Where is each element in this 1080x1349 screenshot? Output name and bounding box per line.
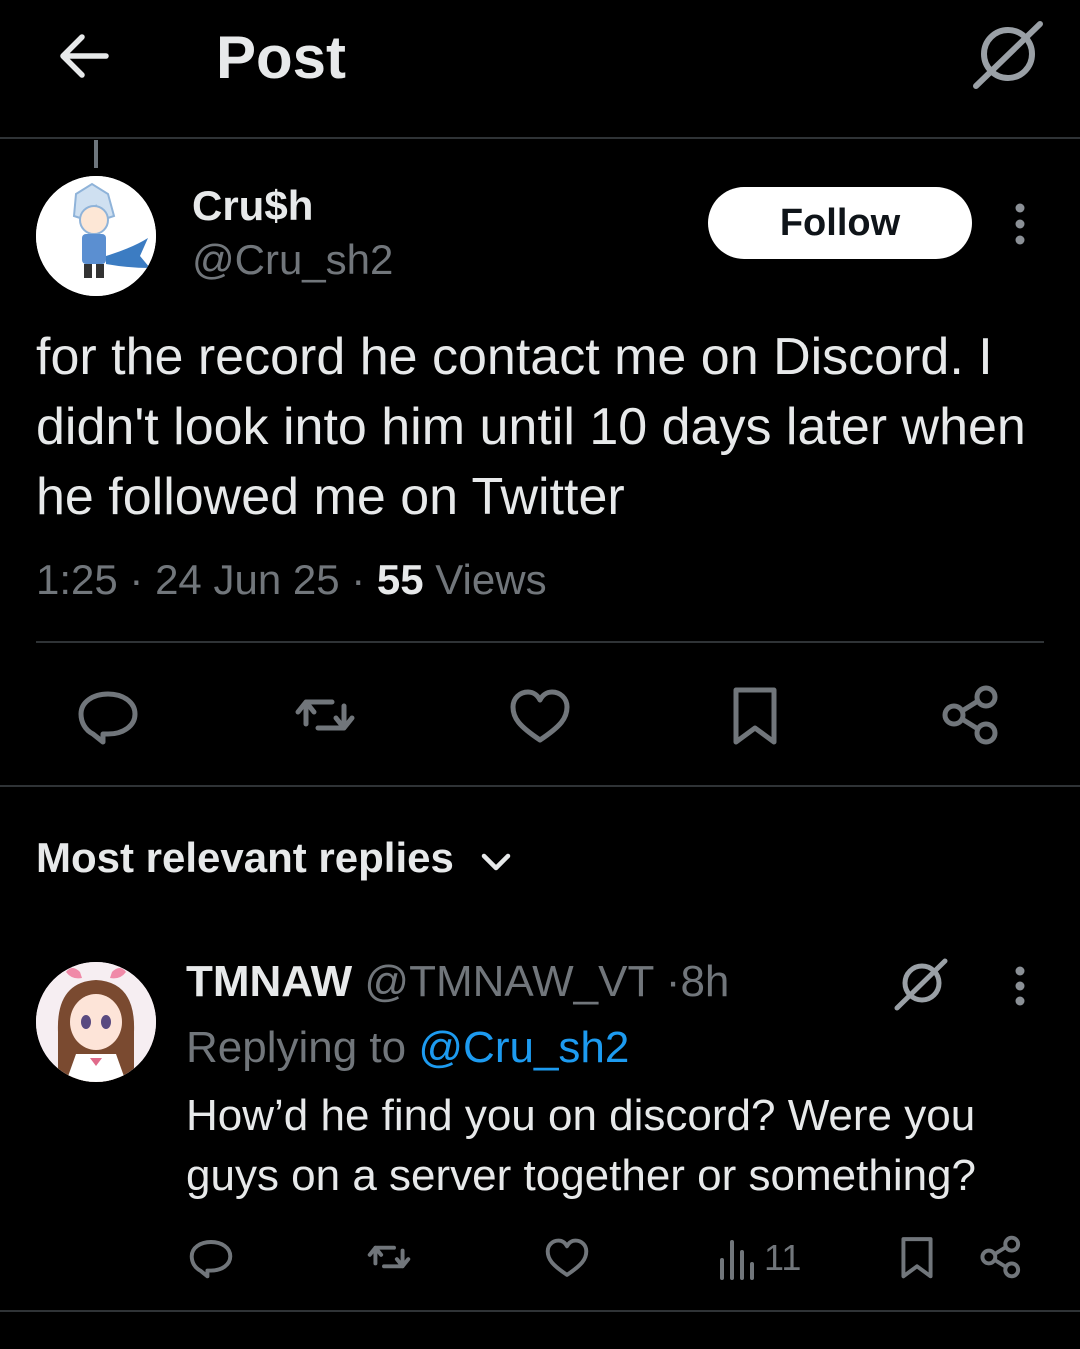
more-vertical-icon xyxy=(1015,966,1025,1006)
post-text: for the record he contact me on Discord.… xyxy=(36,328,1026,526)
reply-views-count[interactable]: 11 xyxy=(764,1236,801,1280)
replies-sort-label[interactable]: Most relevant replies xyxy=(36,834,454,882)
avatar[interactable] xyxy=(36,176,156,296)
meta-separator: · xyxy=(129,556,156,603)
like-icon xyxy=(545,1238,589,1277)
post-time: 1:25 xyxy=(36,556,118,603)
grok-reply-button[interactable] xyxy=(892,956,948,1012)
views-label[interactable]: Views xyxy=(435,556,546,603)
reply-icon xyxy=(189,1240,233,1279)
reply-button[interactable] xyxy=(73,680,143,750)
views-count[interactable]: 55 xyxy=(377,556,424,603)
analytics-icon xyxy=(720,1240,754,1280)
reply-like-button[interactable] xyxy=(542,1232,592,1282)
arrow-left-icon xyxy=(60,34,109,78)
reply-header: TMNAW @TMNAW_VT ·8h xyxy=(186,954,729,1010)
reply-more-options-button[interactable] xyxy=(1000,964,1040,1008)
grok-icon xyxy=(894,958,948,1011)
author-name[interactable]: Cru$h xyxy=(192,182,313,230)
more-options-button[interactable] xyxy=(1000,200,1040,248)
reply-reply-button[interactable] xyxy=(186,1232,236,1282)
replies-sort-dropdown[interactable] xyxy=(476,842,516,882)
reply-share-button[interactable] xyxy=(976,1232,1026,1282)
post-meta: 1:25 · 24 Jun 25 · 55 Views xyxy=(36,552,547,608)
like-button[interactable] xyxy=(505,680,575,750)
meta-separator: · xyxy=(351,556,377,603)
retweet-icon xyxy=(367,1245,411,1269)
reply-age: 8h xyxy=(680,957,730,1006)
retweet-icon xyxy=(295,699,355,731)
post-meta-divider xyxy=(36,641,1044,643)
header-divider xyxy=(0,137,1080,139)
reply-bookmark-button[interactable] xyxy=(892,1232,942,1282)
back-button[interactable] xyxy=(56,28,112,84)
grok-icon xyxy=(973,21,1043,89)
chevron-down-icon xyxy=(481,853,511,871)
reply-author-name[interactable]: TMNAW xyxy=(186,957,352,1006)
post-date: 24 Jun 25 xyxy=(155,556,340,603)
grok-button[interactable] xyxy=(968,18,1044,94)
thread-line xyxy=(94,140,98,168)
actions-divider xyxy=(0,785,1080,787)
share-icon xyxy=(980,1235,1021,1279)
bookmark-icon xyxy=(733,687,777,745)
reply-divider xyxy=(0,1310,1080,1312)
reply-avatar[interactable] xyxy=(36,962,156,1082)
reply-views-button[interactable] xyxy=(716,1234,766,1284)
reply-text: How’d he find you on discord? Were you g… xyxy=(186,1091,977,1200)
reply-retweet-button[interactable] xyxy=(364,1232,414,1282)
follow-button[interactable]: Follow xyxy=(708,187,972,259)
avatar-image xyxy=(36,176,156,296)
page-title: Post xyxy=(216,24,347,91)
share-button[interactable] xyxy=(936,680,1006,750)
bookmark-button[interactable] xyxy=(720,680,790,750)
more-vertical-icon xyxy=(1015,203,1025,245)
like-icon xyxy=(510,689,570,743)
author-handle[interactable]: @Cru_sh2 xyxy=(192,236,393,284)
retweet-button[interactable] xyxy=(290,680,360,750)
replying-to: Replying to @Cru_sh2 xyxy=(186,1020,629,1076)
reply-icon xyxy=(78,691,138,745)
avatar-image xyxy=(36,962,156,1082)
reply-author-handle[interactable]: @TMNAW_VT xyxy=(364,957,653,1006)
replying-mention[interactable]: @Cru_sh2 xyxy=(418,1023,629,1072)
share-icon xyxy=(942,685,998,745)
replying-prefix: Replying to xyxy=(186,1023,407,1072)
bookmark-icon xyxy=(901,1237,933,1279)
reply-separator: · xyxy=(665,957,681,1006)
